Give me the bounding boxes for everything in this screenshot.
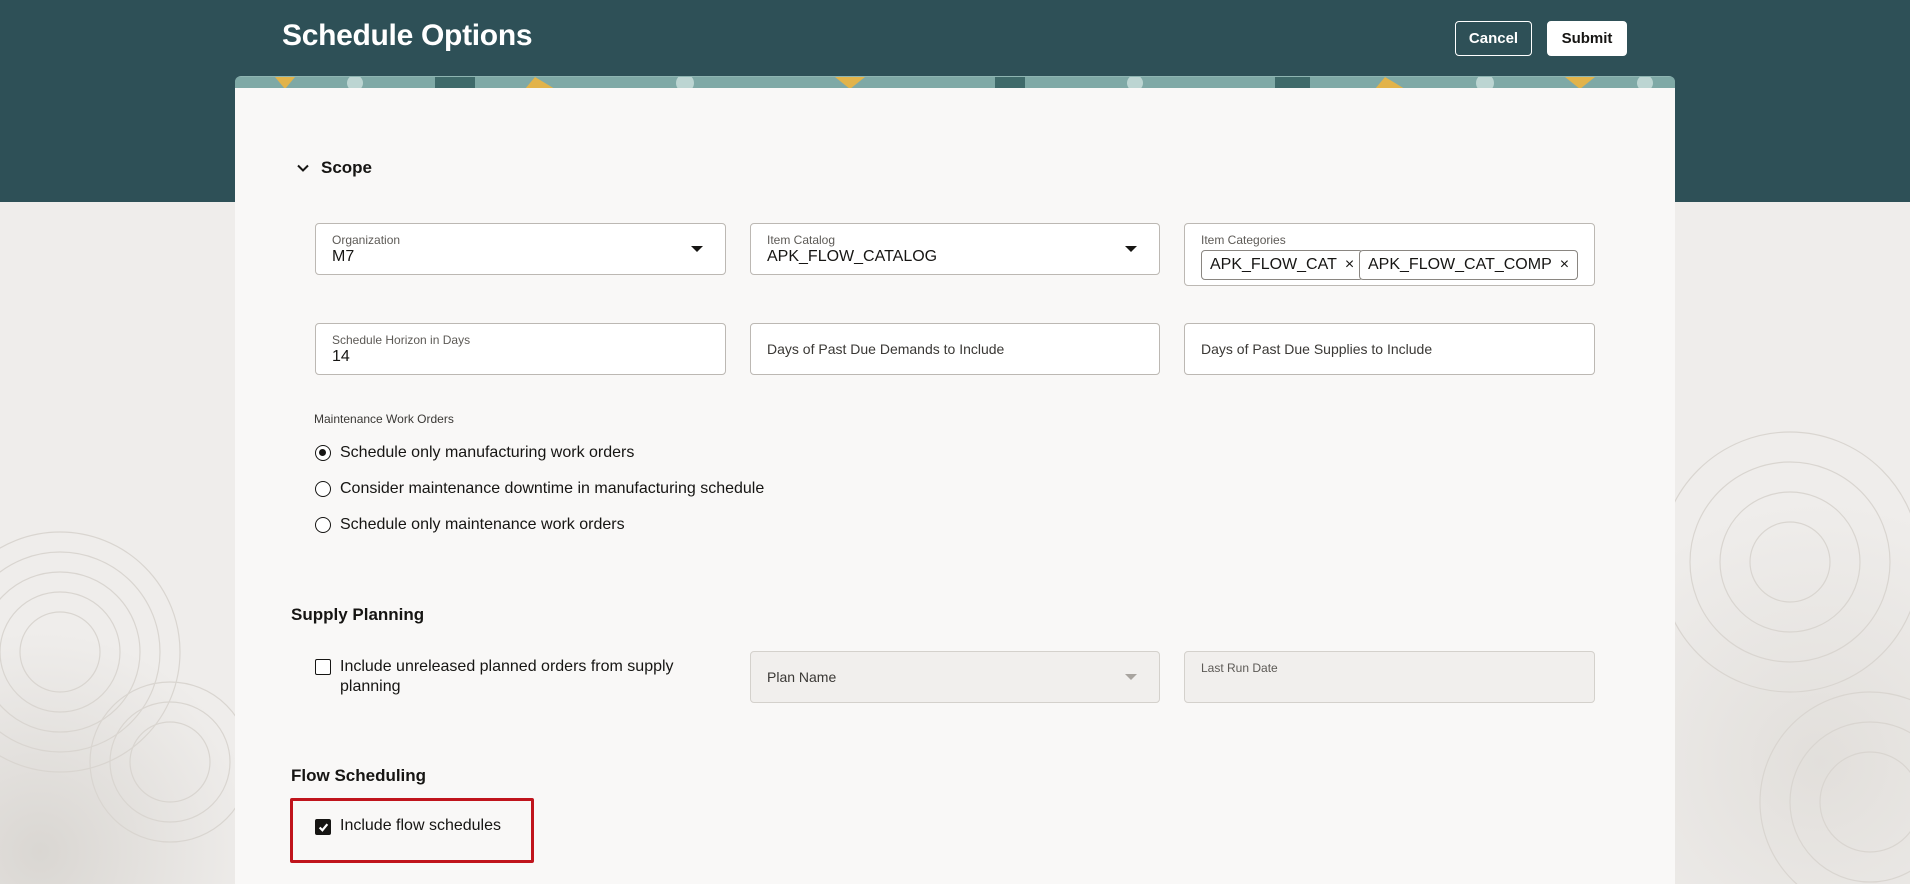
- radio-label: Consider maintenance downtime in manufac…: [340, 480, 765, 497]
- schedule-options-panel: Scope Organization M7 Item Catalog APK_F…: [235, 88, 1675, 884]
- schedule-horizon-value: 14: [332, 348, 350, 365]
- remove-chip-icon[interactable]: ×: [1560, 256, 1569, 274]
- submit-button[interactable]: Submit: [1547, 21, 1627, 56]
- radio-schedule-manufacturing-only[interactable]: Schedule only manufacturing work orders: [315, 444, 634, 462]
- scope-section-toggle[interactable]: Scope: [295, 158, 372, 178]
- plan-name-select: Plan Name: [750, 651, 1160, 703]
- radio-button[interactable]: [315, 481, 331, 497]
- schedule-horizon-label: Schedule Horizon in Days: [332, 333, 471, 347]
- item-categories-field[interactable]: Item Categories APK_FLOW_CAT × APK_FLOW_…: [1184, 223, 1595, 286]
- include-flow-schedules-row[interactable]: Include flow schedules: [315, 817, 501, 835]
- remove-chip-icon[interactable]: ×: [1345, 256, 1354, 274]
- organization-label: Organization: [332, 233, 401, 247]
- include-unreleased-checkbox[interactable]: [315, 659, 331, 675]
- page-header: Schedule Options Cancel Submit: [235, 0, 1675, 76]
- organization-value: M7: [332, 248, 355, 265]
- supply-planning-heading: Supply Planning: [291, 605, 425, 624]
- item-categories-label: Item Categories: [1201, 233, 1286, 247]
- past-due-demands-input[interactable]: Days of Past Due Demands to Include: [750, 323, 1160, 375]
- schedule-horizon-input[interactable]: Schedule Horizon in Days 14: [315, 323, 726, 375]
- maintenance-work-orders-label: Maintenance Work Orders: [314, 412, 454, 426]
- item-catalog-label: Item Catalog: [767, 233, 836, 247]
- category-chip-label: APK_FLOW_CAT_COMP: [1368, 256, 1552, 273]
- chevron-down-icon: [297, 164, 309, 172]
- last-run-date-label: Last Run Date: [1201, 661, 1278, 675]
- cancel-button[interactable]: Cancel: [1455, 21, 1532, 56]
- past-due-supplies-placeholder: Days of Past Due Supplies to Include: [1201, 341, 1433, 357]
- item-catalog-select[interactable]: Item Catalog APK_FLOW_CATALOG: [750, 223, 1160, 275]
- category-chip: APK_FLOW_CAT ×: [1201, 250, 1364, 280]
- radio-label: Schedule only manufacturing work orders: [340, 444, 635, 461]
- include-unreleased-label-line2: planning: [340, 678, 401, 695]
- organization-select[interactable]: Organization M7: [315, 223, 726, 275]
- include-unreleased-label-line1: Include unreleased planned orders from s…: [340, 658, 674, 675]
- page-title: Schedule Options: [282, 19, 533, 52]
- radio-consider-maintenance-downtime[interactable]: Consider maintenance downtime in manufac…: [315, 480, 764, 498]
- plan-name-placeholder: Plan Name: [767, 669, 837, 685]
- radio-label: Schedule only maintenance work orders: [340, 516, 625, 533]
- radio-button-selected[interactable]: [315, 445, 331, 461]
- radio-schedule-maintenance-only[interactable]: Schedule only maintenance work orders: [315, 516, 625, 534]
- include-flow-schedules-label: Include flow schedules: [340, 817, 501, 834]
- dropdown-arrow-icon: [1125, 674, 1137, 680]
- scope-section-title: Scope: [321, 158, 373, 177]
- item-catalog-value: APK_FLOW_CATALOG: [767, 248, 938, 265]
- dropdown-arrow-icon: [691, 246, 703, 252]
- include-unreleased-checkbox-row[interactable]: Include unreleased planned orders from s…: [315, 657, 674, 697]
- include-unreleased-label: Include unreleased planned orders from s…: [340, 657, 674, 697]
- dropdown-arrow-icon: [1125, 246, 1137, 252]
- flow-scheduling-heading: Flow Scheduling: [291, 766, 427, 785]
- last-run-date-field: Last Run Date: [1184, 651, 1595, 703]
- include-flow-schedules-checkbox[interactable]: [315, 819, 331, 835]
- category-chip: APK_FLOW_CAT_COMP ×: [1359, 250, 1579, 280]
- radio-button[interactable]: [315, 517, 331, 533]
- past-due-supplies-input[interactable]: Days of Past Due Supplies to Include: [1184, 323, 1595, 375]
- decorative-banner: [235, 76, 1675, 88]
- category-chip-label: APK_FLOW_CAT: [1210, 256, 1337, 273]
- past-due-demands-placeholder: Days of Past Due Demands to Include: [767, 341, 1005, 357]
